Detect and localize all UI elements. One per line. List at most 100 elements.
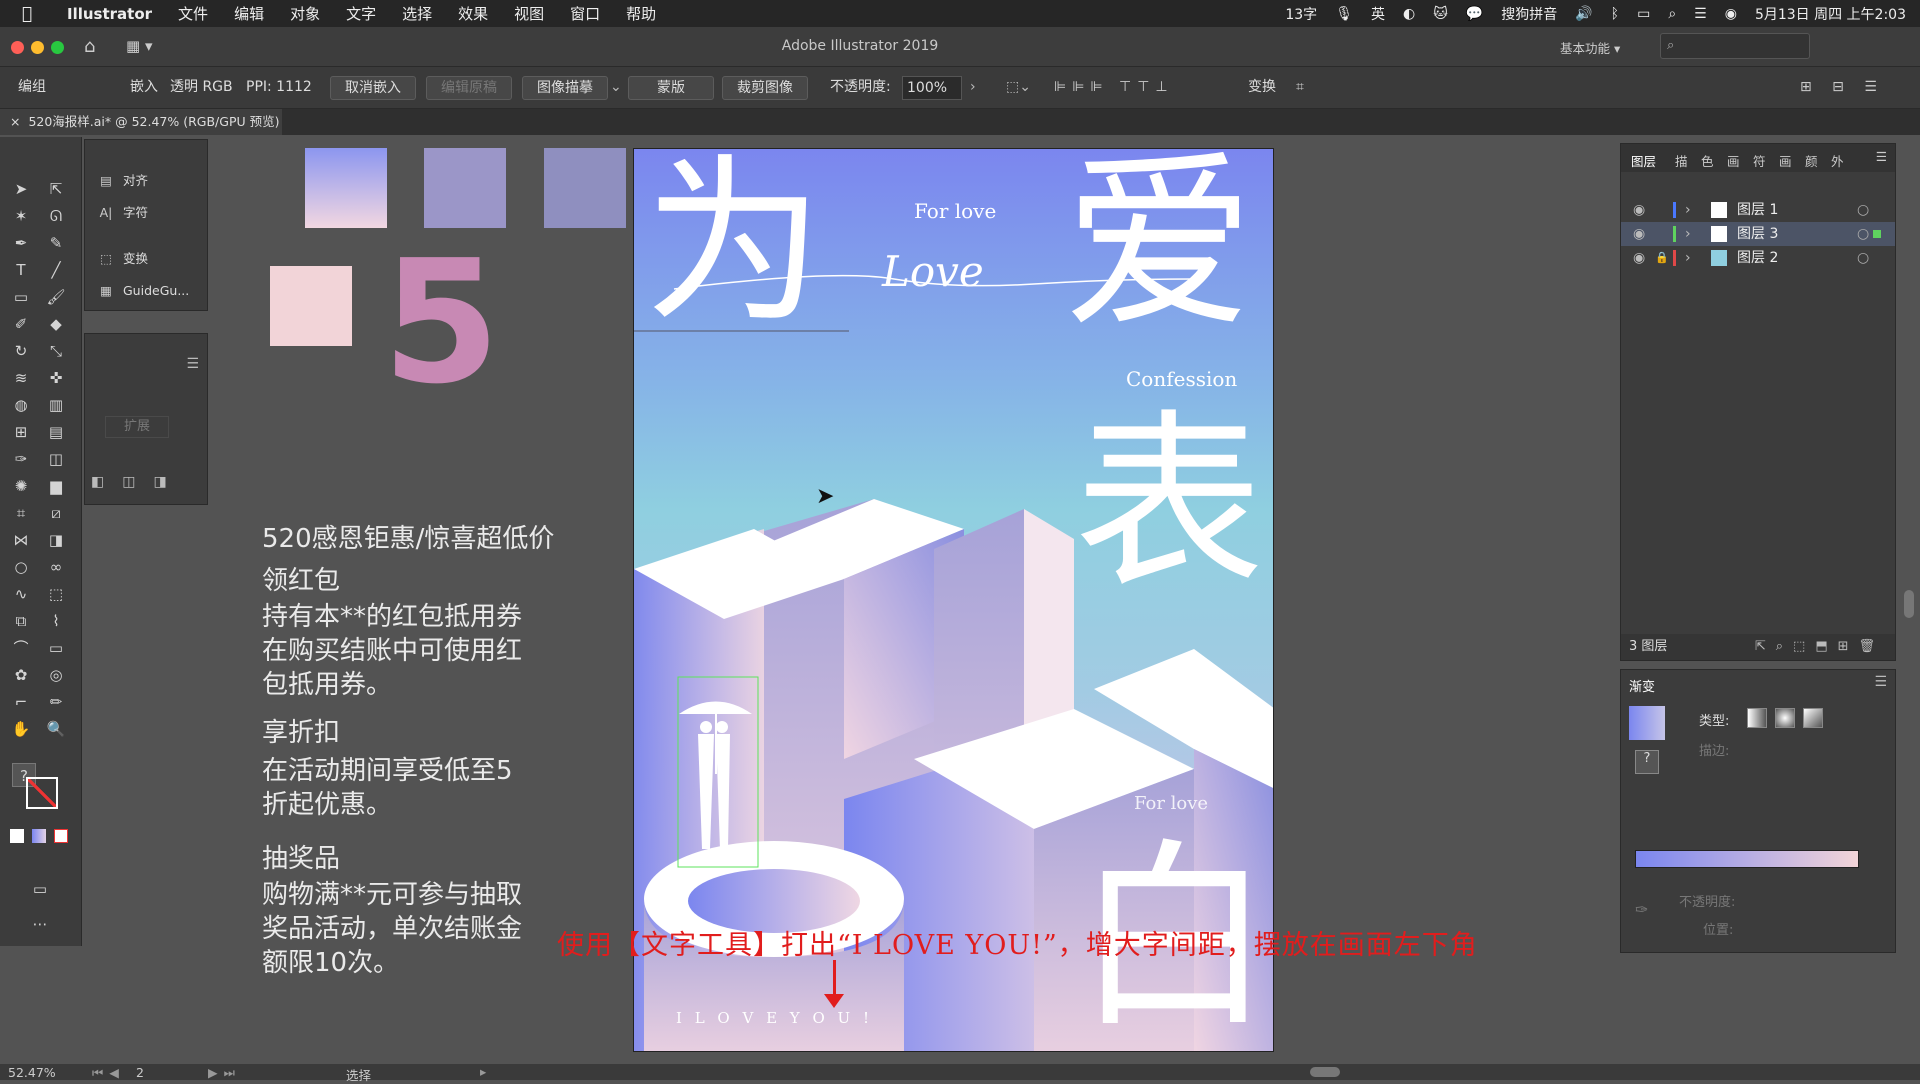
visibility-eye-icon[interactable]: ◉ (1633, 222, 1645, 246)
document-tab[interactable]: × 520海报样.ai* @ 52.47% (RGB/GPU 预览) (0, 109, 282, 135)
gradient-preview-swatch[interactable] (1629, 706, 1665, 740)
blend-tool-icon[interactable]: ◫ (44, 447, 68, 471)
mask-button[interactable]: 蒙版 (628, 76, 714, 100)
siri-icon[interactable]: ◉ (1725, 6, 1737, 22)
transform-button[interactable]: 变换 (1248, 76, 1276, 100)
scale-tool-icon[interactable]: ⤡ (44, 339, 68, 363)
search-icon[interactable]: ⌕ (1668, 6, 1676, 22)
notes-title[interactable]: 520感恩钜惠/惊喜超低价 (262, 522, 554, 556)
none-mode-button[interactable] (54, 829, 68, 843)
notes-line[interactable]: 在购买结账中可使用红 (262, 634, 522, 668)
character-panel-tab[interactable]: A| 字符 (95, 202, 148, 224)
shape-builder-tool-icon[interactable]: ◍ (9, 393, 33, 417)
rotate-tool-icon[interactable]: ↻ (9, 339, 33, 363)
notes-line[interactable]: 包抵用券。 (262, 668, 392, 702)
reshape-tool-icon[interactable]: ⌇ (44, 609, 68, 633)
notes-line[interactable]: 额限10次。 (262, 946, 399, 980)
pencil-tool-icon[interactable]: ✏ (44, 690, 68, 714)
expand-layer-icon[interactable]: › (1685, 246, 1691, 270)
zoom-level[interactable]: 52.47% (8, 1065, 56, 1080)
confession-text[interactable]: Confession (1126, 369, 1237, 389)
number-five-graphic[interactable]: 5 (382, 238, 500, 408)
apple-icon[interactable]:  (0, 4, 54, 24)
tab-stroke[interactable]: 描 (1675, 151, 1688, 170)
volume-icon[interactable]: 🔊 (1575, 6, 1592, 22)
symbol-sprayer-tool-icon[interactable]: ✺ (9, 474, 33, 498)
expand-layer-icon[interactable]: › (1685, 222, 1691, 246)
artboard-poster[interactable]: 为 爱 表 白 For love Love Confession For lov… (633, 148, 1274, 1052)
lock-icon[interactable]: 🔒 (1655, 246, 1669, 270)
poster-char-biao[interactable]: 表 (1074, 409, 1264, 599)
tab-color[interactable]: 色 (1701, 151, 1714, 170)
layer-row[interactable]: ◉ › 图层 1 ○ (1621, 198, 1895, 222)
freeform-gradient-button[interactable] (1803, 708, 1823, 728)
pen-tool-icon[interactable]: ✒ (9, 231, 33, 255)
opacity-input[interactable]: 100% (902, 76, 962, 100)
selection-indicator[interactable] (1873, 230, 1881, 238)
lasso-tool-icon[interactable]: ᘏ (44, 204, 68, 228)
menu-file[interactable]: 文件 (165, 3, 221, 24)
tab-appearance[interactable]: 外 (1831, 151, 1844, 170)
more-tools-icon[interactable]: ⋯ (28, 912, 52, 936)
target-icon[interactable]: ○ (1857, 198, 1869, 222)
eyedropper-icon[interactable]: ✑ (1635, 900, 1648, 919)
crop-tool-icon[interactable]: ⌐ (9, 690, 33, 714)
menu-help[interactable]: 帮助 (613, 3, 669, 24)
unembed-button[interactable]: 取消嵌入 (330, 76, 416, 100)
opacity-arrow-icon[interactable]: › (970, 76, 976, 100)
menu-edit[interactable]: 编辑 (221, 3, 277, 24)
shaper-tool-icon[interactable]: ✐ (9, 312, 33, 336)
menu-app-name[interactable]: Illustrator (54, 5, 165, 23)
linear-gradient-button[interactable] (1747, 708, 1767, 728)
layer-name[interactable]: 图层 1 (1737, 198, 1778, 222)
type-tool-icon[interactable]: T (9, 258, 33, 282)
eraser-tool-icon[interactable]: ◆ (44, 312, 68, 336)
for-love-text-2[interactable]: For love (1134, 795, 1208, 813)
transform-each-tool-icon[interactable]: ⧉ (9, 609, 33, 633)
artboard-nav-prev[interactable]: ⏮◀ (92, 1065, 125, 1081)
edit-original-button[interactable]: 编辑原稿 (426, 76, 512, 100)
hand-tool-icon[interactable]: ✋ (9, 717, 33, 741)
image-trace-button[interactable]: 图像描摹 (522, 76, 608, 100)
cat-icon[interactable]: 🐱 (1433, 6, 1448, 22)
notes-line[interactable]: 在活动期间享受低至5 (262, 754, 513, 788)
lavender-swatch[interactable] (424, 148, 506, 228)
isolate-icon[interactable]: ⌗ (1296, 76, 1304, 100)
expand-button[interactable]: 扩展 (105, 416, 169, 438)
horizontal-scrollbar-thumb[interactable] (1310, 1067, 1340, 1077)
mesh-tool-icon[interactable]: ⊞ (9, 420, 33, 444)
panel-options-icons[interactable]: ⊞ ⊟ ☰ (1800, 76, 1885, 100)
gradient-mode-button[interactable] (32, 829, 46, 843)
for-love-text[interactable]: For love (914, 201, 996, 221)
close-tab-icon[interactable]: × (10, 114, 24, 129)
artboard-nav-next[interactable]: ▶⏭ (208, 1065, 241, 1081)
gradient-tool-icon[interactable]: ▤ (44, 420, 68, 444)
datetime[interactable]: 5月13日 周四 上午2:03 (1755, 4, 1906, 24)
ellipse-tool-icon[interactable]: ○ (9, 555, 33, 579)
color-mode-button[interactable] (10, 829, 24, 843)
smooth-tool-icon[interactable]: ∿ (9, 582, 33, 606)
blob-brush-tool-icon[interactable]: ∞ (44, 555, 68, 579)
workspace-switcher[interactable]: 基本功能 ▾ (1560, 38, 1620, 57)
magic-wand-tool-icon[interactable]: ✶ (9, 204, 33, 228)
tab-symbols[interactable]: 符 (1753, 151, 1766, 170)
sogou-ime[interactable]: 搜狗拼音 (1501, 4, 1557, 24)
radial-gradient-button[interactable] (1775, 708, 1795, 728)
panel-menu-icon[interactable]: ☰ (186, 356, 199, 372)
direct-selection-tool-icon[interactable]: ⇱ (44, 177, 68, 201)
rectangle-tool-icon[interactable]: ▭ (9, 285, 33, 309)
i-love-you-text[interactable]: I L O V E Y O U ! (676, 1011, 873, 1026)
menu-select[interactable]: 选择 (389, 3, 445, 24)
image-trace-dropdown-icon[interactable]: ⌄ (610, 76, 622, 100)
gradient-panel-title[interactable]: 渐变 (1629, 676, 1655, 695)
layer-row[interactable]: ◉ 🔒 › 图层 2 ○ (1621, 246, 1895, 270)
notes-heading-red-envelope[interactable]: 领红包 (262, 564, 340, 598)
tab-swatches[interactable]: 颜 (1805, 151, 1818, 170)
menu-object[interactable]: 对象 (277, 3, 333, 24)
layer-row-selected[interactable]: ◉ › 图层 3 ○ (1621, 222, 1895, 246)
selection-tool-icon[interactable]: ➤ (9, 177, 33, 201)
notes-line[interactable]: 持有本**的红包抵用券 (262, 600, 522, 634)
measure-tool-icon[interactable]: ▭ (44, 636, 68, 660)
zoom-tool-icon[interactable]: 🔍 (44, 717, 68, 741)
slice-tool-icon[interactable]: ⧄ (44, 501, 68, 525)
